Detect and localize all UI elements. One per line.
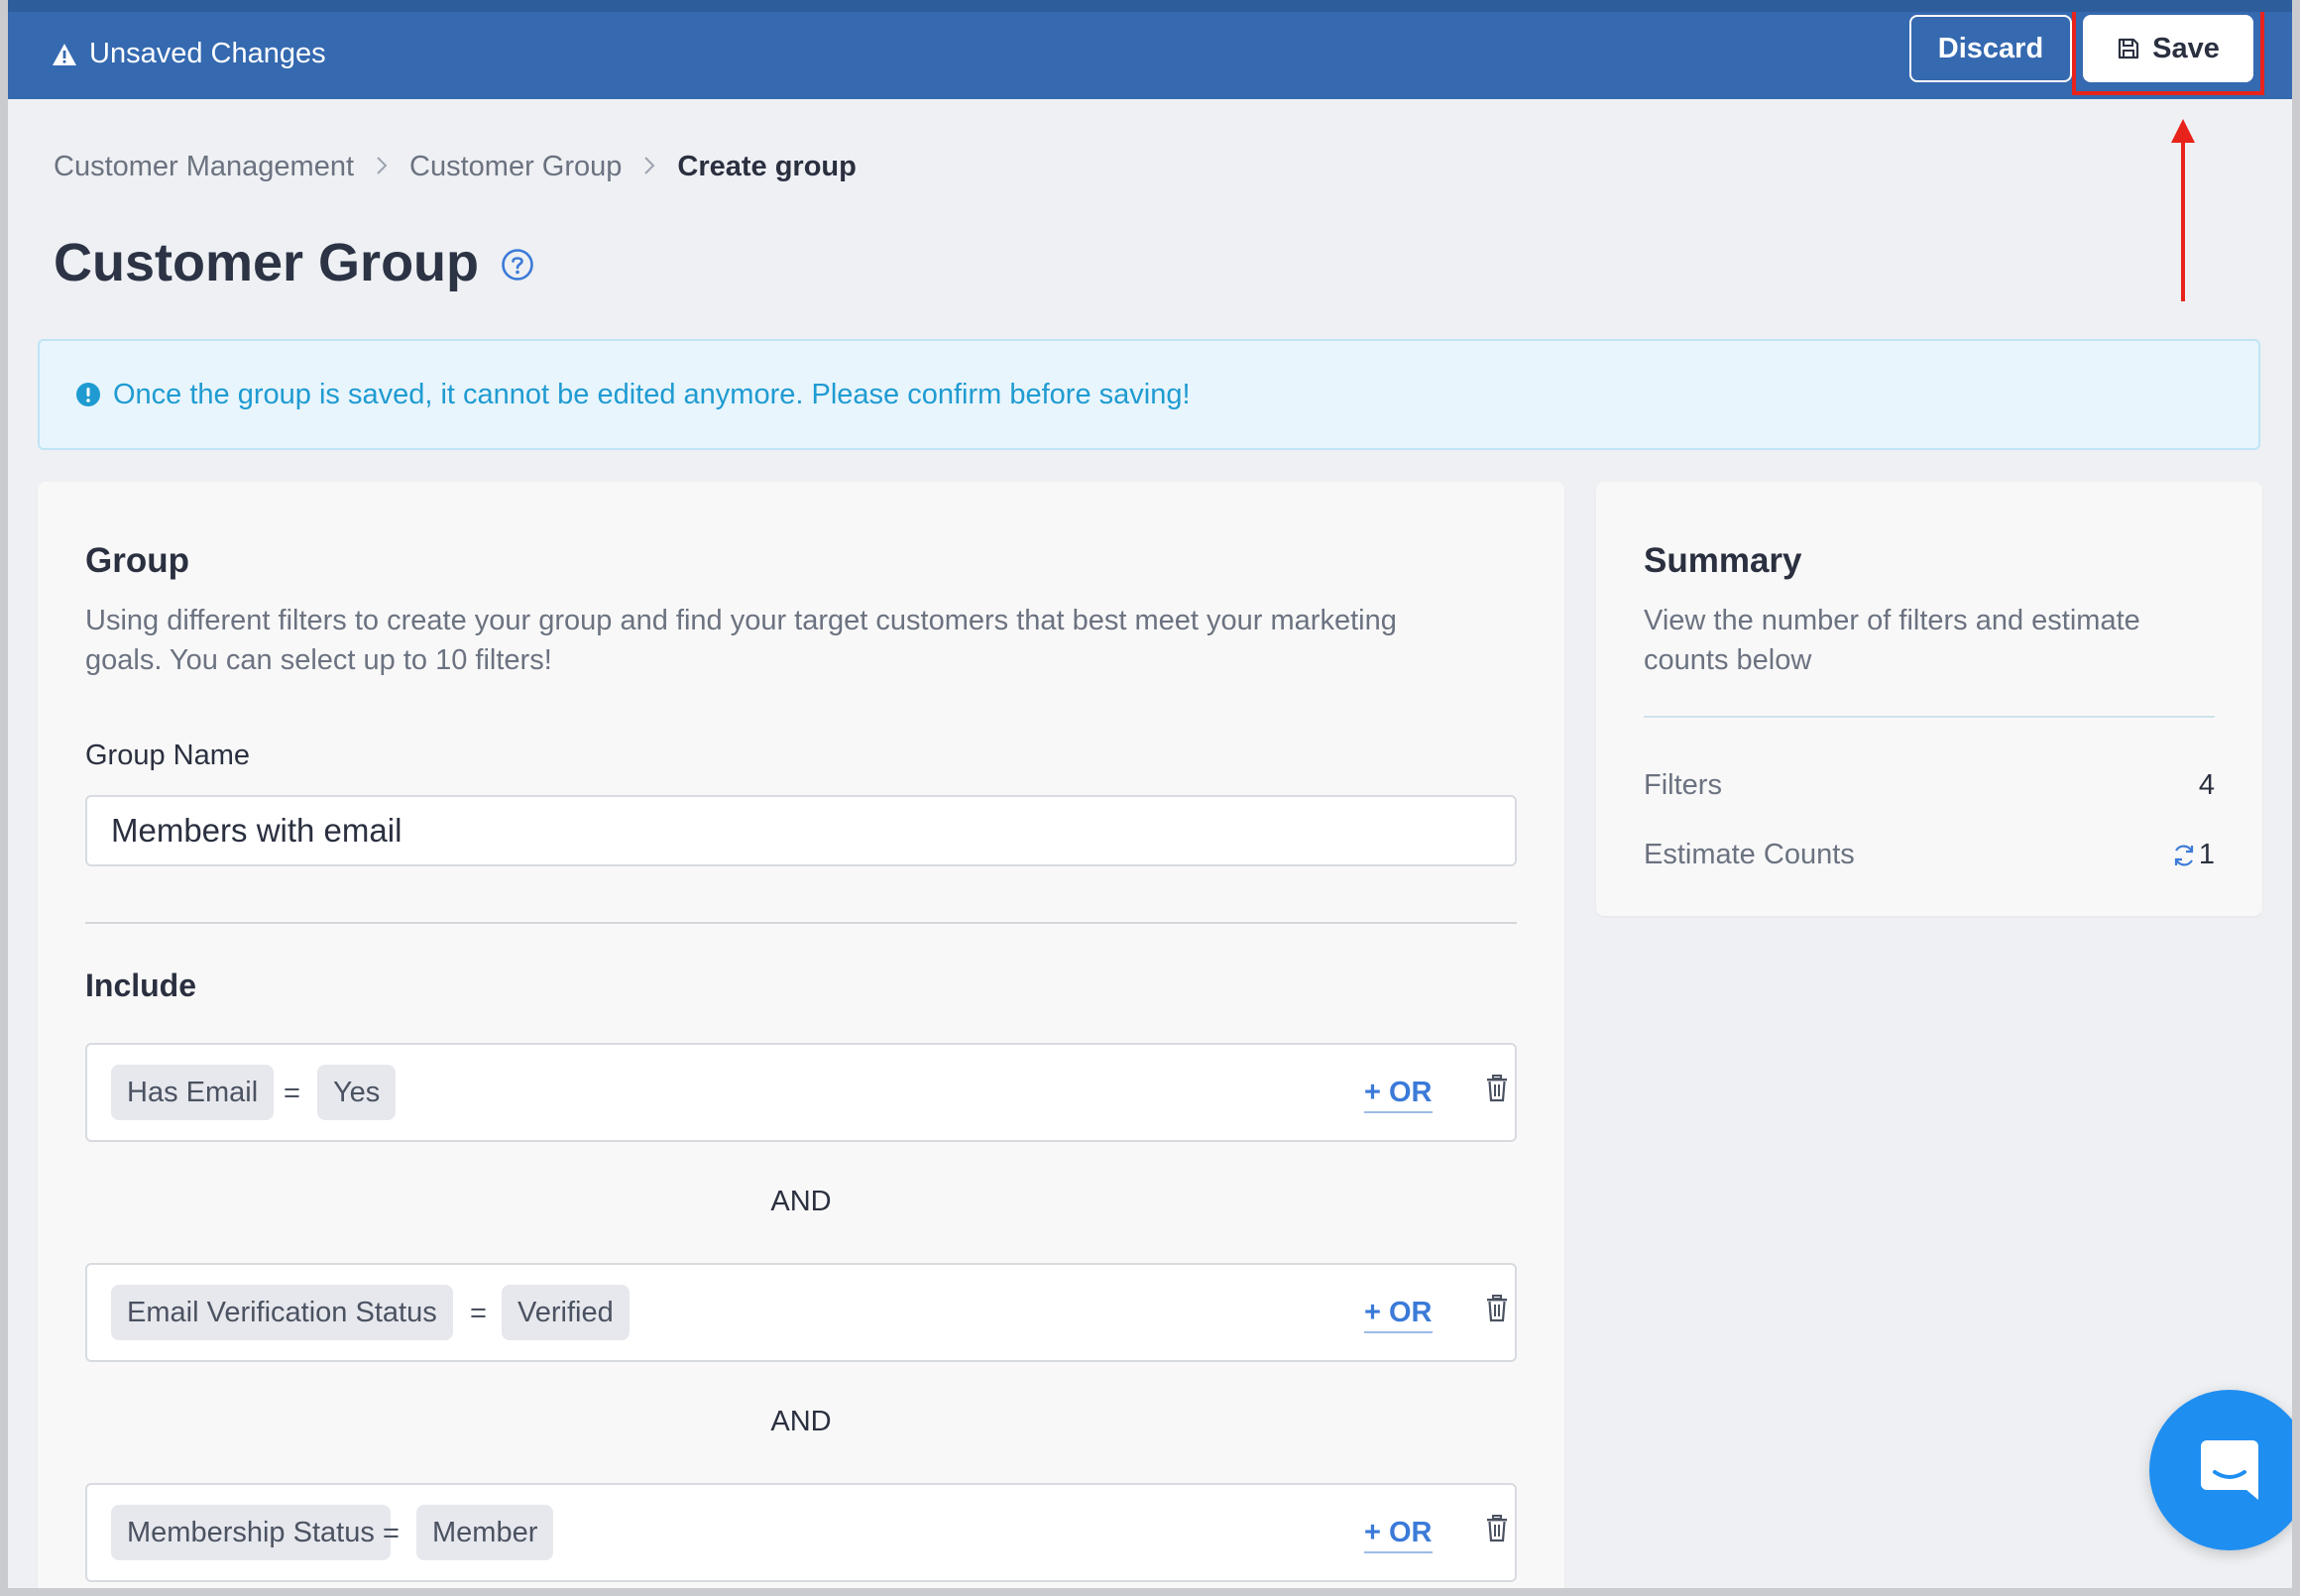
unsaved-indicator: Unsaved Changes	[52, 38, 326, 70]
include-heading: Include	[85, 968, 197, 1003]
summary-estimate-row: Estimate Counts 1	[1644, 839, 2215, 871]
and-connector: AND	[770, 1406, 832, 1437]
estimate-label: Estimate Counts	[1644, 839, 1855, 870]
group-description: Using different filters to create your g…	[85, 605, 1397, 676]
breadcrumb-current: Create group	[677, 151, 857, 182]
breadcrumb-customer-management[interactable]: Customer Management	[54, 151, 354, 183]
chevron-right-icon	[643, 151, 655, 183]
warning-icon	[53, 43, 76, 65]
discard-button[interactable]: Discard	[1909, 15, 2072, 82]
app-frame: Unsaved Changes Discard Save Customer Ma…	[8, 0, 2292, 1588]
unsaved-label: Unsaved Changes	[89, 38, 326, 69]
filters-label: Filters	[1644, 769, 1722, 801]
group-card: Group Using different filters to create …	[38, 482, 1564, 1588]
summary-title: Summary	[1644, 541, 1802, 580]
help-circle-icon[interactable]	[501, 248, 534, 282]
trash-icon[interactable]	[1485, 1295, 1509, 1322]
trash-icon[interactable]	[1485, 1515, 1509, 1542]
filter-operator: =	[284, 1078, 300, 1109]
summary-card: Summary View the number of filters and e…	[1596, 482, 2262, 916]
group-name-input[interactable]	[85, 795, 1517, 866]
filter-field-chip[interactable]: Has Email	[111, 1065, 275, 1120]
annotation-arrow	[2171, 119, 2195, 301]
add-or-link[interactable]: + OR	[1364, 1297, 1433, 1333]
filter-row: Email Verification Status = Verified + O…	[85, 1263, 1517, 1362]
and-connector: AND	[770, 1186, 832, 1217]
alert-message: Once the group is saved, it cannot be ed…	[113, 378, 1191, 410]
group-name-label: Group Name	[85, 740, 251, 771]
group-card-title: Group	[85, 541, 189, 580]
filter-operator: =	[470, 1298, 487, 1329]
estimate-value: 1	[2198, 839, 2215, 870]
filter-operator: =	[383, 1518, 400, 1549]
chevron-right-icon	[376, 151, 388, 183]
trash-icon[interactable]	[1485, 1075, 1509, 1102]
divider	[85, 922, 1517, 924]
filter-value-chip[interactable]: Verified	[502, 1285, 630, 1340]
refresh-icon[interactable]	[2171, 843, 2197, 868]
filter-field-chip[interactable]: Email Verification Status	[111, 1285, 453, 1340]
filter-field-chip[interactable]: Membership Status	[111, 1505, 391, 1560]
info-alert: Once the group is saved, it cannot be ed…	[38, 339, 2260, 450]
filter-row: Membership Status = Member + OR	[85, 1483, 1517, 1582]
info-circle-icon	[76, 383, 100, 406]
filters-value: 4	[2198, 769, 2215, 801]
chat-icon	[2201, 1440, 2258, 1500]
unsaved-changes-bar: Unsaved Changes Discard Save	[8, 12, 2292, 99]
save-highlight-box	[2072, 12, 2264, 95]
page-title: Customer Group	[54, 232, 534, 293]
add-or-link[interactable]: + OR	[1364, 1517, 1433, 1553]
summary-filters-row: Filters 4	[1644, 769, 2215, 802]
filter-value-chip[interactable]: Member	[416, 1505, 554, 1560]
filter-value-chip[interactable]: Yes	[317, 1065, 397, 1120]
divider	[1644, 716, 2215, 718]
page-title-text: Customer Group	[54, 233, 480, 292]
chat-launcher-button[interactable]	[2149, 1390, 2292, 1550]
summary-description: View the number of filters and estimate …	[1644, 605, 2140, 676]
estimate-value-wrap: 1	[2171, 839, 2215, 871]
filter-row: Has Email = Yes + OR	[85, 1043, 1517, 1142]
breadcrumb: Customer Management Customer Group Creat…	[54, 151, 857, 183]
add-or-link[interactable]: + OR	[1364, 1077, 1433, 1113]
breadcrumb-customer-group[interactable]: Customer Group	[409, 151, 622, 183]
